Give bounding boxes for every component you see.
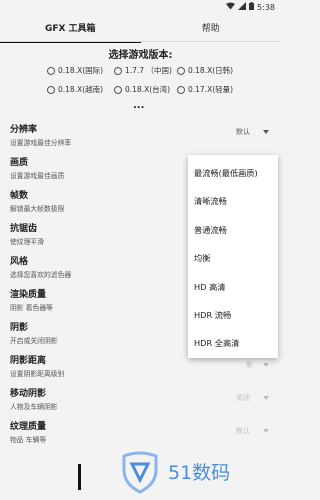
navigation-handle xyxy=(78,464,81,490)
setting-moving-shadow[interactable]: 移动阴影 人物及车辆阴影 xyxy=(10,386,270,411)
watermark-text: 51数码 xyxy=(168,462,231,484)
status-time: 5:38 xyxy=(257,2,275,12)
shadow-distance-select-value[interactable]: 影 xyxy=(246,360,253,370)
version-option-taiwan[interactable]: 0.18.X(台湾) xyxy=(114,84,170,95)
shield-logo-icon xyxy=(122,451,158,494)
setting-desc: 人物及车辆阴影 xyxy=(10,403,58,411)
dropdown-item-normal-smooth[interactable]: 普通流畅 xyxy=(194,224,227,236)
battery-icon xyxy=(249,2,255,12)
graphics-dropdown-menu: 最流畅(最低画质) 清晰流畅 普通流畅 均衡 HD 高清 HDR 流畅 HDR … xyxy=(188,155,278,358)
version-option-lite[interactable]: 0.17.X(轻量) xyxy=(177,84,233,95)
radio-icon xyxy=(47,66,55,75)
more-indicator: ... xyxy=(133,100,145,111)
version-option-vietnam[interactable]: 0.18.X(越南) xyxy=(47,84,103,95)
chevron-down-icon[interactable] xyxy=(263,396,269,400)
setting-desc: 物品 车辆等 xyxy=(10,436,47,444)
version-title: 选择游戏版本: xyxy=(108,50,173,61)
tab-help[interactable]: 帮助 xyxy=(141,14,282,41)
moving-shadow-select-value[interactable]: 关闭 xyxy=(236,393,250,403)
wifi-icon xyxy=(226,2,236,12)
radio-icon xyxy=(114,85,122,94)
radio-icon xyxy=(47,85,55,94)
version-option-china[interactable]: 1.7.7 （中国) xyxy=(114,65,172,76)
chevron-down-icon[interactable] xyxy=(263,363,269,367)
setting-title: 纹理质量 xyxy=(10,422,47,432)
setting-title: 分辨率 xyxy=(10,125,38,135)
chevron-down-icon[interactable] xyxy=(263,429,269,433)
setting-resolution[interactable]: 分辨率 设置游戏最佳分辨率 xyxy=(10,122,270,147)
radio-icon xyxy=(177,66,185,75)
dropdown-item-clear-smooth[interactable]: 清晰流畅 xyxy=(194,195,227,207)
status-bar: 5:38 xyxy=(0,0,281,14)
dropdown-item-hdr-fullhd[interactable]: HDR 全高清 xyxy=(194,337,239,349)
radio-icon xyxy=(177,85,185,94)
dropdown-item-hdr-smooth[interactable]: HDR 流畅 xyxy=(194,309,231,321)
texture-select-value[interactable]: 默认 xyxy=(236,426,250,436)
dropdown-item-smoothest[interactable]: 最流畅(最低画质) xyxy=(194,167,258,179)
tab-bar: GFX 工具箱 帮助 xyxy=(0,14,282,43)
chevron-down-icon[interactable] xyxy=(263,130,269,134)
setting-texture-quality[interactable]: 纹理质量 物品 车辆等 xyxy=(10,419,270,444)
tab-gfx-toolbox[interactable]: GFX 工具箱 xyxy=(0,14,141,43)
setting-desc: 设置阴影距离级别 xyxy=(10,370,65,378)
watermark: 51数码 xyxy=(118,450,278,494)
tab-divider xyxy=(0,41,281,42)
setting-desc: 设置游戏最佳分辨率 xyxy=(10,139,72,147)
dropdown-item-balanced[interactable]: 均衡 xyxy=(194,252,210,264)
radio-icon xyxy=(114,66,122,75)
version-option-jpkr[interactable]: 0.18.X(日韩) xyxy=(177,65,233,76)
version-option-intl[interactable]: 0.18.X(国际) xyxy=(47,65,103,76)
setting-title: 移动阴影 xyxy=(10,389,47,399)
resolution-select-value[interactable]: 默认 xyxy=(236,127,250,137)
dropdown-item-hd[interactable]: HD 高清 xyxy=(194,281,225,293)
cellular-icon xyxy=(238,2,247,12)
